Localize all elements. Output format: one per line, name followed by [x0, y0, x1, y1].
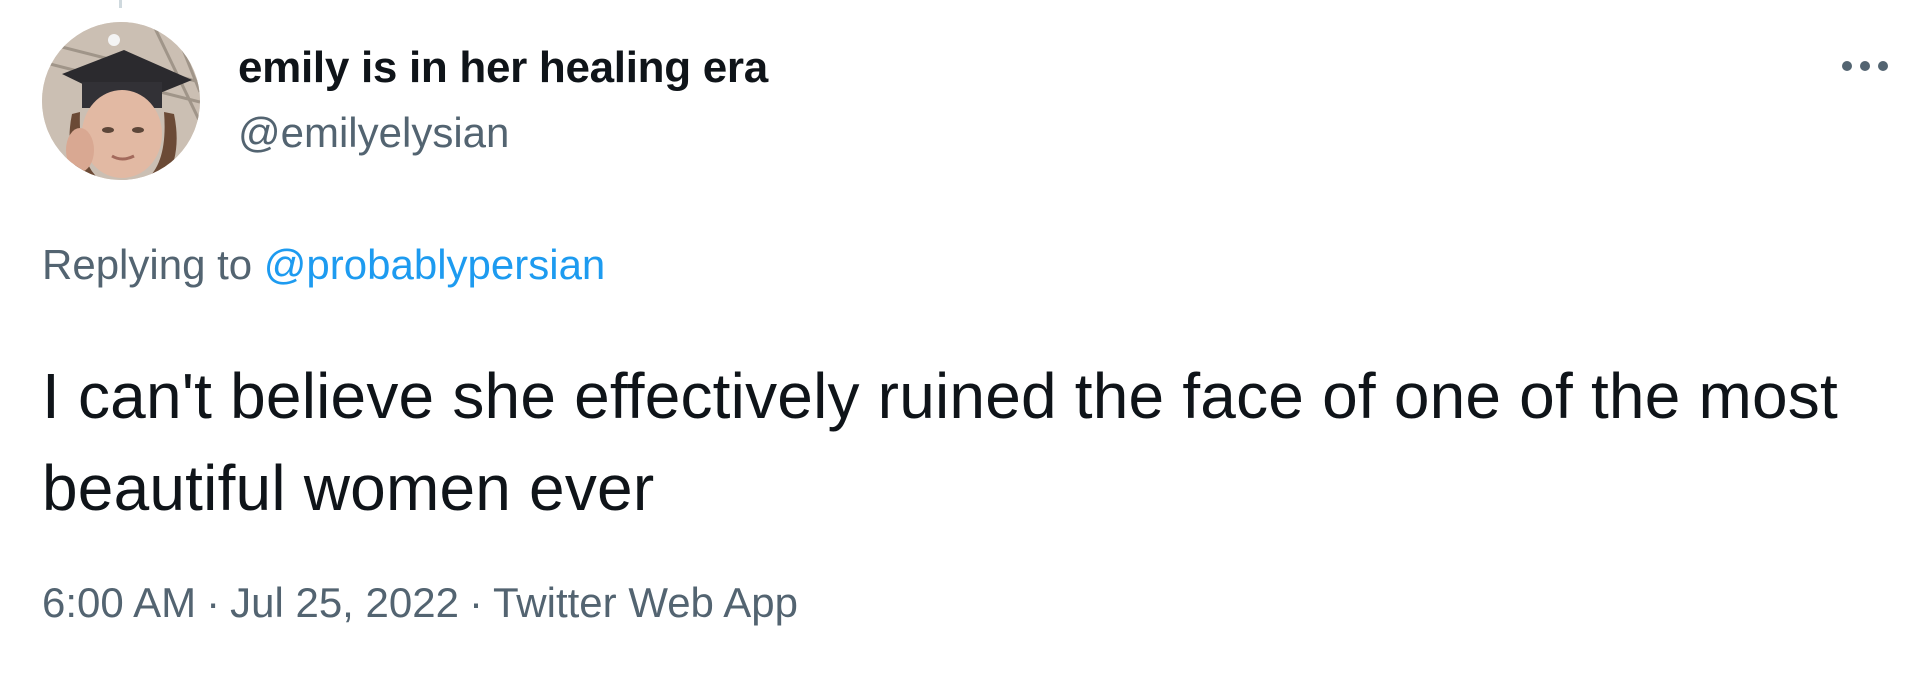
more-options-button[interactable] — [1830, 46, 1900, 86]
tweet-text: I can't believe she effectively ruined t… — [42, 360, 1838, 524]
tweet-source[interactable]: Twitter Web App — [493, 579, 798, 626]
avatar-photo — [42, 22, 200, 180]
meta-separator: · — [468, 579, 483, 626]
tweet-date[interactable]: Jul 25, 2022 — [230, 579, 459, 626]
author-avatar[interactable] — [42, 22, 200, 180]
replying-to-line: Replying to @probablypersian — [42, 240, 605, 290]
author-display-name[interactable]: emily is in her healing era — [238, 42, 768, 94]
reply-mention-link[interactable]: @probablypersian — [264, 241, 606, 288]
more-horizontal-icon — [1842, 61, 1888, 71]
tweet-meta: 6:00 AM · Jul 25, 2022 · Twitter Web App — [42, 578, 798, 628]
replying-to-label: Replying to — [42, 241, 253, 288]
author-handle[interactable]: @emilyelysian — [238, 108, 509, 158]
thread-connector-line — [119, 0, 122, 8]
meta-separator: · — [206, 579, 221, 626]
tweet-time[interactable]: 6:00 AM — [42, 579, 196, 626]
